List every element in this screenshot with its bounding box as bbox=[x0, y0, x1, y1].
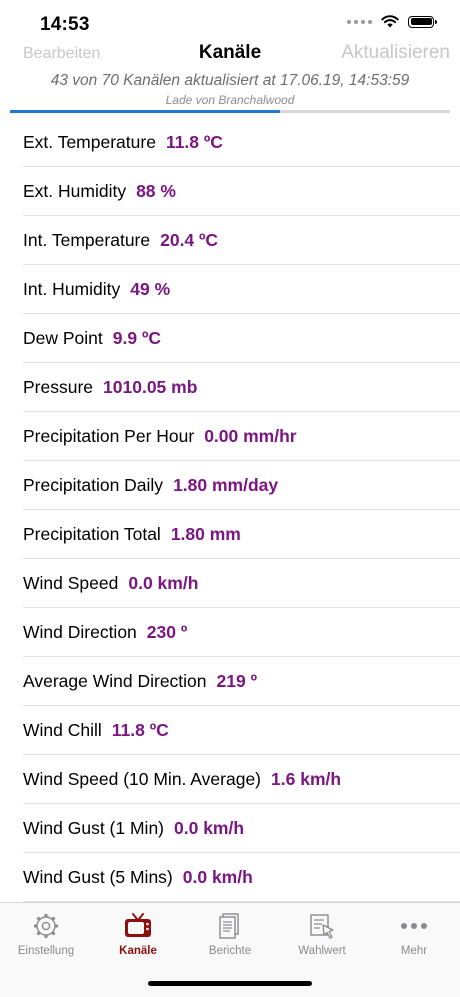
channel-label: Pressure bbox=[23, 376, 94, 397]
edit-button[interactable]: Bearbeiten bbox=[23, 45, 100, 63]
channel-row[interactable]: Ext. Humidity 88 % bbox=[23, 167, 460, 216]
tv-icon bbox=[125, 913, 151, 937]
channel-label: Dew Point bbox=[23, 327, 103, 348]
battery-icon bbox=[408, 15, 437, 28]
channel-label: Int. Humidity bbox=[23, 278, 121, 299]
channel-row[interactable]: Int. Humidity 49 % bbox=[23, 265, 460, 314]
channel-label: Average Wind Direction bbox=[23, 670, 207, 691]
gear-icon bbox=[34, 914, 58, 938]
channel-row[interactable]: Ext. Temperature 11.8 ºC bbox=[23, 118, 460, 167]
update-status-text: 43 von 70 Kanälen aktualisiert at 17.06.… bbox=[50, 72, 410, 89]
home-indicator bbox=[148, 981, 312, 986]
channel-value: 0.0 km/h bbox=[174, 817, 245, 838]
tab-berichte[interactable]: Berichte bbox=[184, 911, 276, 957]
channel-value: 11.8 ºC bbox=[111, 719, 169, 740]
channel-row[interactable]: Int. Temperature 20.4 ºC bbox=[23, 216, 460, 265]
tab-label: Kanäle bbox=[119, 945, 157, 957]
tab-label: Berichte bbox=[208, 945, 252, 957]
channel-label: Wind Gust (1 Min) bbox=[23, 817, 164, 838]
update-progress-fill bbox=[10, 110, 281, 113]
channel-list: Ext. Temperature 11.8 ºC Ext. Humidity 88 %… bbox=[0, 118, 460, 902]
channel-label: Wind Speed bbox=[23, 572, 119, 593]
channel-row[interactable]: Precipitation Total 1.80 mm bbox=[23, 510, 460, 559]
channel-label: Wind Speed (10 Min. Average) bbox=[23, 768, 262, 789]
channel-label: Ext. Humidity bbox=[23, 180, 127, 201]
wifi-icon bbox=[381, 15, 399, 28]
channel-row[interactable]: Precipitation Daily 1.80 mm/day bbox=[23, 461, 460, 510]
tab-wahlwert[interactable]: Wahlwert bbox=[276, 911, 368, 957]
channel-row[interactable]: Pressure 1010.05 mb bbox=[23, 363, 460, 412]
channel-label: Precipitation Per Hour bbox=[23, 425, 195, 446]
channel-value: 1010.05 mb bbox=[103, 376, 198, 397]
channel-row[interactable]: Wind Gust (5 Mins) 0.0 km/h bbox=[23, 853, 460, 902]
channel-value: 20.4 ºC bbox=[160, 229, 219, 250]
channel-row[interactable]: Average Wind Direction 219 º bbox=[23, 657, 460, 706]
channel-value: 9.9 ºC bbox=[112, 327, 161, 348]
channel-row[interactable]: Wind Gust (1 Min) 0.0 km/h bbox=[23, 804, 460, 853]
status-time: 14:53 bbox=[40, 14, 90, 35]
channel-value: 1.80 mm/day bbox=[173, 474, 279, 495]
channel-value: 88 % bbox=[136, 180, 176, 201]
navigation-bar: Bearbeiten Kanäle Aktualisieren 43 von 7… bbox=[0, 38, 460, 114]
channel-row[interactable]: Dew Point 9.9 ºC bbox=[23, 314, 460, 363]
channel-label: Precipitation Daily bbox=[23, 474, 164, 495]
channel-row[interactable]: Precipitation Per Hour 0.00 mm/hr bbox=[23, 412, 460, 461]
update-progress-bar bbox=[10, 110, 450, 113]
status-icons bbox=[347, 15, 437, 28]
channel-label: Wind Chill bbox=[23, 719, 102, 740]
documents-icon bbox=[219, 913, 239, 939]
tab-einstellung[interactable]: Einstellung bbox=[0, 911, 92, 957]
channel-row[interactable]: Wind Direction 230 º bbox=[23, 608, 460, 657]
channel-value: 49 % bbox=[130, 278, 171, 299]
channel-label: Int. Temperature bbox=[23, 229, 151, 250]
channel-label: Wind Direction bbox=[23, 621, 137, 642]
channel-value: 0.00 mm/hr bbox=[204, 425, 297, 446]
refresh-button[interactable]: Aktualisieren bbox=[341, 42, 450, 64]
channel-row[interactable]: Wind Chill 11.8 ºC bbox=[23, 706, 460, 755]
tab-label: Wahlwert bbox=[298, 945, 346, 957]
channel-value: 1.80 mm bbox=[170, 523, 241, 544]
channel-value: 230 º bbox=[146, 621, 188, 642]
select-value-icon bbox=[310, 914, 334, 939]
channel-value: 1.6 km/h bbox=[271, 768, 342, 789]
channel-value: 11.8 ºC bbox=[165, 131, 223, 152]
cellular-signal-icon bbox=[347, 19, 372, 24]
channel-row[interactable]: Wind Speed 0.0 km/h bbox=[23, 559, 460, 608]
tab-label: Einstellung bbox=[17, 945, 75, 957]
channel-label: Precipitation Total bbox=[23, 523, 161, 544]
channel-value: 0.0 km/h bbox=[128, 572, 199, 593]
more-icon bbox=[401, 923, 427, 929]
tab-mehr[interactable]: Mehr bbox=[368, 911, 460, 957]
tab-label: Mehr bbox=[400, 945, 428, 957]
channel-value: 0.0 km/h bbox=[182, 866, 253, 887]
channel-row[interactable]: Wind Speed (10 Min. Average) 1.6 km/h bbox=[23, 755, 460, 804]
loading-source-text: Lade von Branchalwood bbox=[165, 93, 295, 107]
channel-label: Wind Gust (5 Mins) bbox=[23, 866, 173, 887]
channel-value: 219 º bbox=[216, 670, 257, 691]
tab-kanaele[interactable]: Kanäle bbox=[92, 911, 184, 957]
channel-label: Ext. Temperature bbox=[23, 131, 156, 152]
